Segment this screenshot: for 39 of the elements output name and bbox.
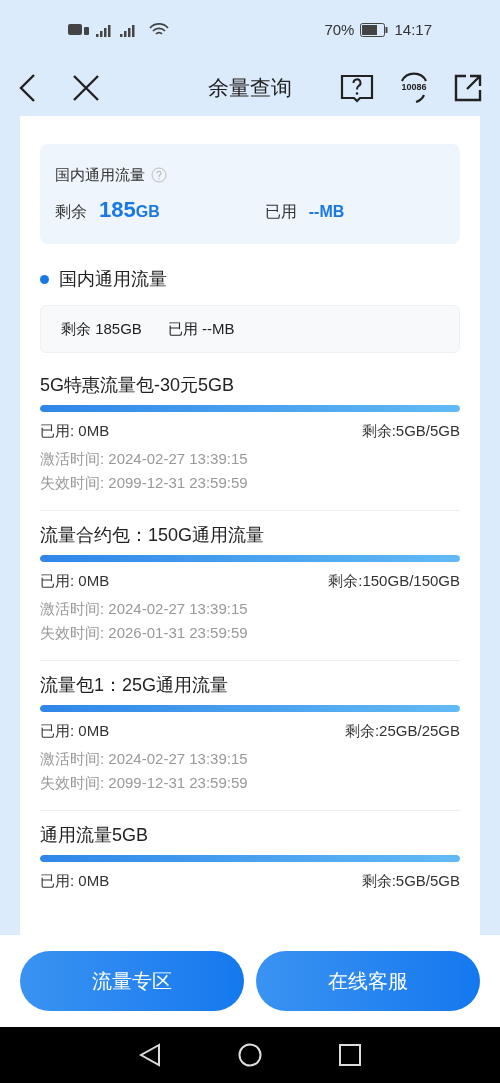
used-amount: 已用 --MB	[167, 318, 235, 339]
help-button[interactable]	[340, 73, 374, 103]
help-icon	[151, 167, 167, 184]
remaining-amount: 剩余:150GB/150GB	[328, 571, 460, 591]
package-title: 流量包1：25G通用流量	[40, 674, 229, 697]
used-label: 已用	[264, 201, 297, 222]
expiry-time: 失效时间: 2099-12-31 23:59:59	[40, 473, 248, 493]
activation-time: 激活时间: 2024-02-27 13:39:15	[40, 599, 248, 619]
used-amount: 已用: 0MB	[40, 421, 110, 441]
package-title: 通用流量5GB	[40, 824, 149, 847]
battery-icon	[360, 23, 389, 37]
page-title: 余量查询	[208, 75, 292, 102]
share-button[interactable]	[454, 74, 482, 102]
activation-time: 激活时间: 2024-02-27 13:39:15	[40, 449, 248, 469]
expiry-time: 失效时间: 2026-01-31 23:59:59	[40, 623, 248, 643]
battery-percent: 70%	[324, 19, 355, 40]
remaining-amount: 剩余:25GB/25GB	[344, 721, 460, 741]
summary-title: 国内通用流量	[55, 165, 145, 185]
used-amount: 已用: 0MB	[40, 571, 110, 591]
clock: 14:17	[394, 19, 432, 40]
package-title: 流量合约包：150G通用流量	[40, 524, 265, 547]
home-button[interactable]	[238, 1043, 262, 1067]
remaining-value: 185GB	[99, 195, 160, 224]
used-amount: 已用: 0MB	[40, 721, 110, 741]
remaining-amount: 剩余:5GB/5GB	[361, 421, 460, 441]
section-title: 国内通用流量	[59, 267, 167, 291]
used-value: --MB	[308, 201, 345, 222]
activation-time: 激活时间: 2024-02-27 13:39:15	[40, 749, 248, 769]
expiry-time: 失效时间: 2099-12-31 23:59:59	[40, 773, 248, 793]
customer-service-button[interactable]: 10086	[394, 71, 434, 105]
recents-button[interactable]	[339, 1044, 362, 1066]
used-amount: 已用: 0MB	[40, 871, 110, 891]
back-nav-button[interactable]	[138, 1043, 161, 1067]
action-button[interactable]: 流量专区	[20, 951, 244, 1011]
remaining-amount: 剩余 185GB	[61, 318, 142, 339]
action-button[interactable]: 在线客服	[256, 951, 480, 1011]
remaining-amount: 剩余:5GB/5GB	[361, 871, 460, 891]
remaining-label: 剩余	[55, 201, 87, 222]
package-title: 5G特惠流量包-30元5GB	[40, 374, 235, 397]
